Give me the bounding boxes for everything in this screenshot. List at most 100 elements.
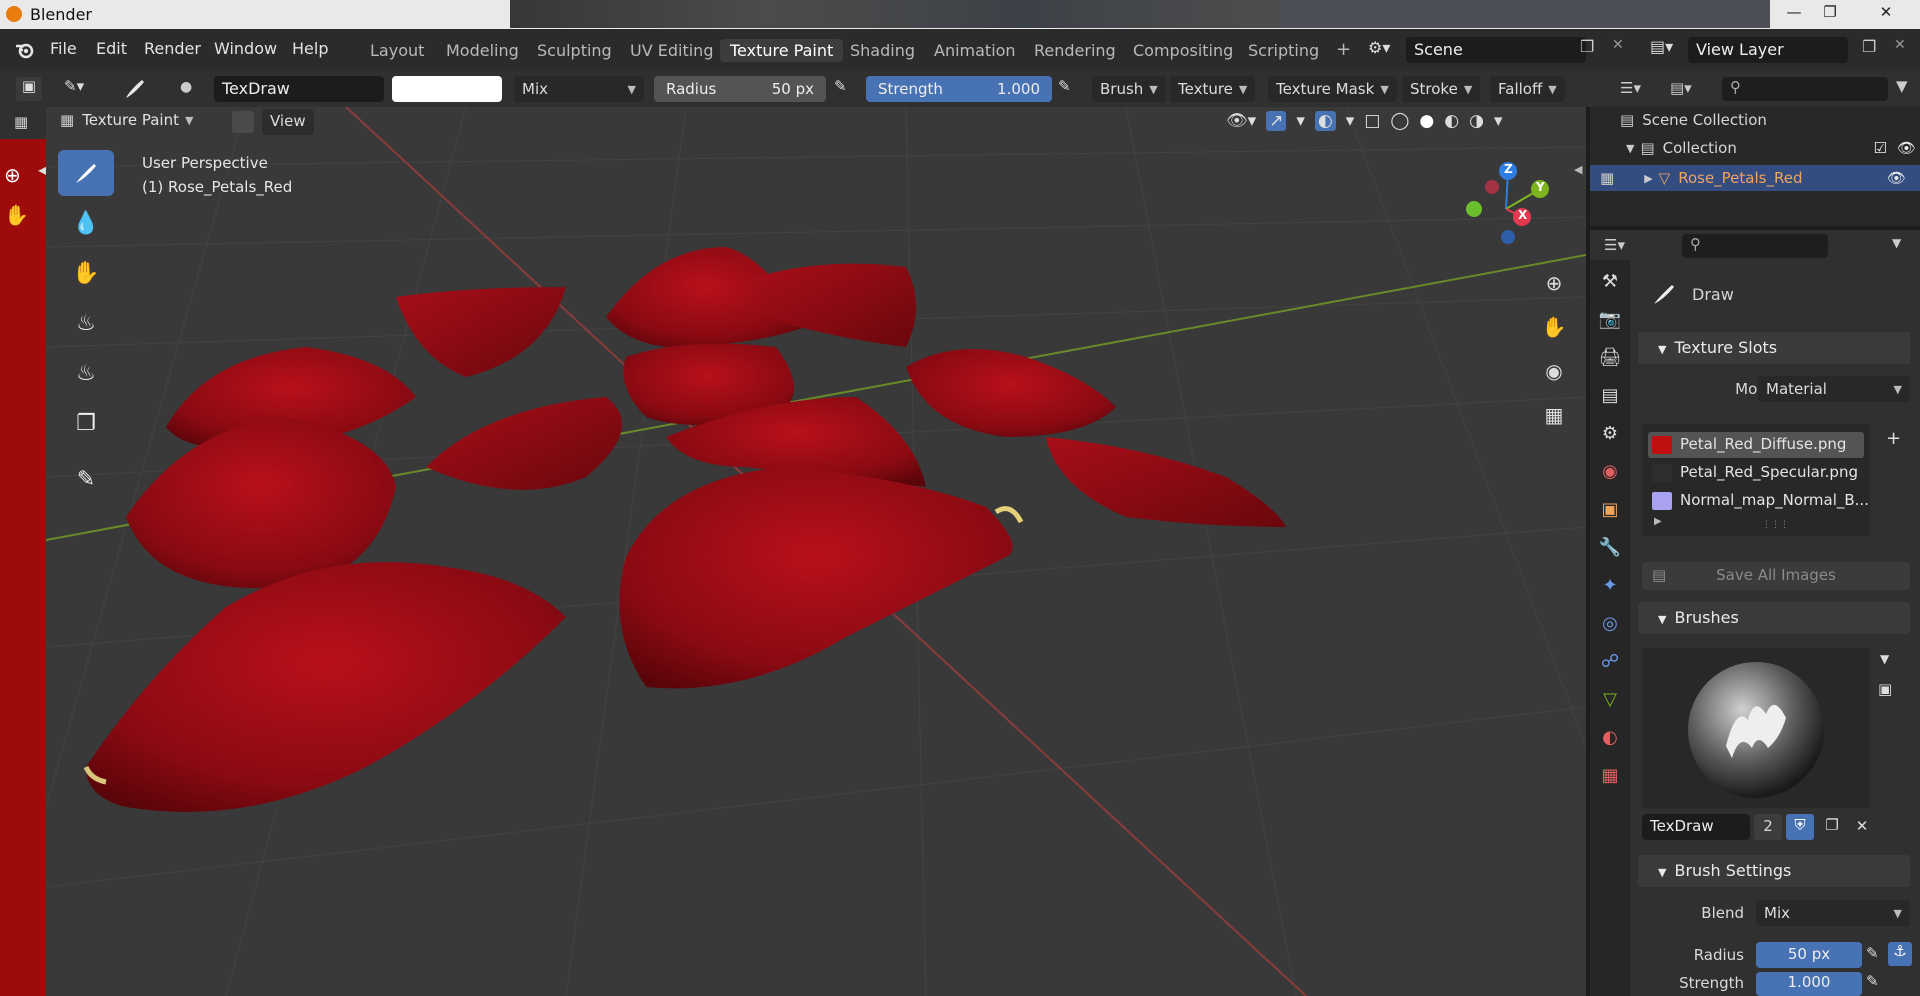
tab-modeling[interactable]: Modeling xyxy=(436,39,529,62)
tab-shading[interactable]: Shading xyxy=(840,39,925,62)
chevron-down-icon[interactable]: ▼ xyxy=(1892,236,1901,250)
xray-icon[interactable]: □ xyxy=(1364,111,1380,131)
ortho-toggle-icon[interactable]: ▦ xyxy=(1538,399,1570,431)
fill-tool[interactable]: ♨ xyxy=(58,350,114,396)
tab-texture-paint[interactable]: Texture Paint xyxy=(720,39,844,62)
delete-scene-icon[interactable]: ✕ xyxy=(1612,37,1624,53)
add-texture-slot-button[interactable]: + xyxy=(1886,428,1901,449)
brush-settings-panel-header[interactable]: ▼ Brush Settings xyxy=(1638,855,1910,887)
3d-viewport[interactable]: ▦ Texture Paint ▼ View 👁▾ ↗ ▾ ◐ ▾ □ ◯ ● ◐ … xyxy=(46,107,1586,996)
brush-color-swatch[interactable] xyxy=(392,76,502,102)
overlay-dropdown-icon[interactable]: ▾ xyxy=(1346,111,1355,131)
particles-tab-icon[interactable]: ✦ xyxy=(1593,568,1627,602)
pan-view-icon[interactable]: ✋ xyxy=(1538,311,1570,343)
object-tab-icon[interactable]: ▣ xyxy=(1593,492,1627,526)
tool-mode-icon[interactable]: ✎▾ xyxy=(64,77,84,95)
gizmo-dropdown-icon[interactable]: ▾ xyxy=(1296,111,1305,131)
scene-selector-icon[interactable]: ⚙▾ xyxy=(1368,38,1390,57)
texture-tab-icon[interactable]: ▦ xyxy=(1593,758,1627,792)
checker-icon[interactable]: ▦ xyxy=(14,113,28,131)
brush-image-icon[interactable]: ▣ xyxy=(1878,680,1892,698)
add-workspace-button[interactable]: + xyxy=(1326,37,1361,62)
new-scene-icon[interactable]: ❐ xyxy=(1580,37,1594,56)
brush-users-count[interactable]: 2 xyxy=(1754,814,1782,840)
properties-search-input[interactable]: ⚲ xyxy=(1682,234,1828,258)
viewport-mode-dropdown[interactable]: ▦ Texture Paint ▼ xyxy=(60,111,193,129)
eye-icon[interactable]: 👁 xyxy=(1887,169,1906,187)
tab-sculpting[interactable]: Sculpting xyxy=(527,39,622,62)
stroke-menu[interactable]: Stroke ▼ xyxy=(1402,76,1481,102)
tab-rendering[interactable]: Rendering xyxy=(1024,39,1126,62)
strength-pressure-icon[interactable]: ✎ xyxy=(1058,77,1071,95)
editor-type-icon[interactable]: ▣ xyxy=(16,77,42,101)
annotate-tool[interactable]: ✎ xyxy=(58,456,114,502)
paint-mask-toggle[interactable] xyxy=(232,111,254,133)
save-all-images-button[interactable]: ▤ Save All Images xyxy=(1642,562,1910,590)
new-view-layer-icon[interactable]: ❐ xyxy=(1862,37,1876,56)
material-tab-icon[interactable]: ◐ xyxy=(1593,720,1627,754)
clone-tool[interactable]: ♨ xyxy=(58,300,114,346)
maximize-button[interactable]: ❐ xyxy=(1808,0,1852,26)
expand-triangle-icon[interactable]: ▶ xyxy=(1654,516,1662,527)
tab-layout[interactable]: Layout xyxy=(360,39,434,62)
solid-shading-icon[interactable]: ● xyxy=(1419,111,1434,131)
texture-slot-specular[interactable]: Petal_Red_Specular.png xyxy=(1648,460,1864,486)
radius-unit-icon[interactable]: ⚓ xyxy=(1888,942,1912,966)
menu-edit[interactable]: Edit xyxy=(96,39,127,58)
soften-tool[interactable]: 💧 xyxy=(58,200,114,246)
menu-file[interactable]: File xyxy=(50,39,77,58)
sidebar-toggle-icon[interactable]: ◀ xyxy=(1574,163,1582,176)
blender-menu-icon[interactable] xyxy=(14,39,36,61)
brush-preview[interactable] xyxy=(1642,648,1870,808)
wireframe-shading-icon[interactable]: ◯ xyxy=(1390,111,1409,131)
zoom-view-icon[interactable]: ⊕ xyxy=(1538,267,1570,299)
blend-mode-dropdown[interactable]: Mix ▼ xyxy=(514,76,644,102)
object-row-rose-petals[interactable]: ▦ ▶ ▽ Rose_Petals_Red 👁 xyxy=(1590,165,1920,191)
eye-icon[interactable]: 👁 xyxy=(1897,139,1916,157)
brush-name-field[interactable]: TexDraw xyxy=(214,76,384,102)
expand-triangle-icon[interactable]: ▼ xyxy=(1626,142,1634,155)
tab-scripting[interactable]: Scripting xyxy=(1238,39,1329,62)
texture-slots-panel-header[interactable]: ▼ Texture Slots xyxy=(1638,332,1910,364)
unlink-brush-icon[interactable]: ✕ xyxy=(1848,814,1876,840)
scene-collection-row[interactable]: ▤ Scene Collection xyxy=(1620,111,1767,129)
texture-slot-normal[interactable]: Normal_map_Normal_B... xyxy=(1648,488,1869,514)
physics-tab-icon[interactable]: ◎ xyxy=(1593,606,1627,640)
strength-slider[interactable]: Strength 1.000 xyxy=(866,76,1052,102)
exclude-checkbox[interactable]: ☑ xyxy=(1874,139,1887,157)
outliner-search-input[interactable]: ⚲ xyxy=(1722,77,1888,101)
brush-icon[interactable] xyxy=(122,76,148,106)
rendered-shading-icon[interactable]: ◑ xyxy=(1469,111,1484,131)
texture-slot-diffuse[interactable]: Petal_Red_Diffuse.png xyxy=(1648,432,1864,458)
menu-window[interactable]: Window xyxy=(214,39,277,58)
strength-pressure-icon[interactable]: ✎ xyxy=(1866,972,1879,990)
view-layer-tab-icon[interactable]: ▤ xyxy=(1593,378,1627,412)
filter-icon[interactable]: ▼ xyxy=(1896,77,1908,95)
menu-help[interactable]: Help xyxy=(292,39,328,58)
brush-menu[interactable]: Brush ▼ xyxy=(1092,76,1166,102)
tab-animation[interactable]: Animation xyxy=(924,39,1026,62)
constraints-tab-icon[interactable]: ☍ xyxy=(1593,644,1627,678)
radius-pressure-icon[interactable]: ✎ xyxy=(834,77,847,95)
falloff-menu[interactable]: Falloff ▼ xyxy=(1490,76,1565,102)
scene-tab-icon[interactable]: ⚙ xyxy=(1593,416,1627,450)
brush-browse-icon[interactable]: ● xyxy=(180,79,192,95)
texture-mode-dropdown[interactable]: Material ▼ xyxy=(1758,376,1910,402)
properties-editor-icon[interactable]: ☰▾ xyxy=(1604,236,1625,254)
texture-mask-menu[interactable]: Texture Mask ▼ xyxy=(1268,76,1397,102)
material-shading-icon[interactable]: ◐ xyxy=(1444,111,1459,131)
display-mode-icon[interactable]: ▤▾ xyxy=(1670,79,1692,97)
mask-tool[interactable]: ❐ xyxy=(58,400,114,446)
delete-view-layer-icon[interactable]: ✕ xyxy=(1894,37,1906,53)
chevron-down-icon[interactable]: ▼ xyxy=(1880,652,1889,666)
brushes-panel-header[interactable]: ▼ Brushes xyxy=(1638,602,1910,634)
menu-render[interactable]: Render xyxy=(144,39,201,58)
render-tab-icon[interactable]: 📷 xyxy=(1593,302,1627,336)
modifier-tab-icon[interactable]: 🔧 xyxy=(1593,530,1627,564)
collection-row[interactable]: ▼ ▤ Collection ☑ 👁 xyxy=(1626,139,1916,157)
radius-pressure-icon[interactable]: ✎ xyxy=(1866,944,1879,962)
draw-tool[interactable] xyxy=(58,150,114,196)
gizmo-icon[interactable]: ↗ xyxy=(1266,111,1287,131)
data-tab-icon[interactable]: ▽ xyxy=(1593,682,1627,716)
brush-blend-dropdown[interactable]: Mix ▼ xyxy=(1756,900,1910,926)
